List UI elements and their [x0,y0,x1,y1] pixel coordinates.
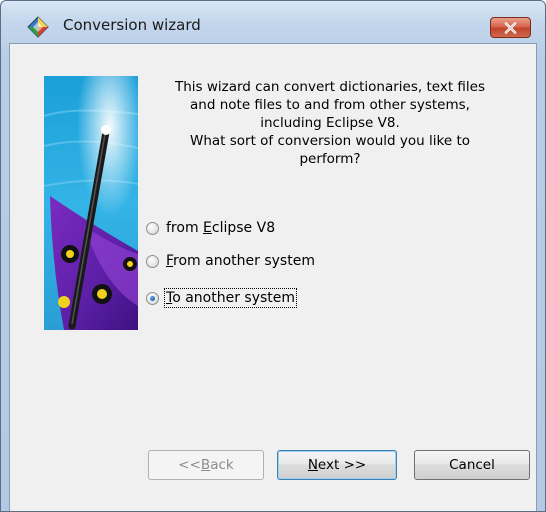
next-button[interactable]: Next >> [277,450,397,480]
next-label-key: N [307,457,318,473]
intro-line: including Eclipse V8. [260,115,400,131]
radio-button[interactable] [146,254,159,268]
radio-button-selected[interactable] [146,291,159,305]
conversion-wizard-window: Conversion wizard This wizard can conver… [0,0,546,512]
intro-line: What sort of conversion would you like t… [189,133,471,149]
radio-label: To another system [163,288,298,308]
intro-line: This wizard can convert dictionaries, te… [174,79,486,95]
window-title: Conversion wizard [63,16,201,34]
next-label-rest: ext >> [317,457,367,473]
cancel-button[interactable]: Cancel [414,450,530,480]
cancel-label: Cancel [449,457,495,473]
radio-button[interactable] [146,221,159,235]
dialog-body: This wizard can convert dictionaries, te… [9,43,537,511]
radio-label: From another system [166,253,315,269]
magic-wand-banner [44,76,138,330]
radio-label: from Eclipse V8 [166,220,276,236]
back-label-key: B [200,457,211,473]
radio-from-another-system[interactable]: From another system [146,251,315,271]
diamond-app-icon [27,16,49,38]
radio-from-eclipse-v8[interactable]: from Eclipse V8 [146,218,275,238]
title-bar[interactable]: Conversion wizard [1,1,545,41]
back-button[interactable]: << Back [148,450,264,480]
close-button[interactable] [490,17,531,38]
close-icon [504,21,517,34]
back-label-prefix: << [178,457,201,473]
intro-text: This wizard can convert dictionaries, te… [150,78,510,168]
intro-line: perform? [299,151,361,167]
back-label-rest: ack [210,457,234,473]
intro-line: and note files to and from other systems… [190,97,470,113]
radio-to-another-system[interactable]: To another system [146,288,298,308]
